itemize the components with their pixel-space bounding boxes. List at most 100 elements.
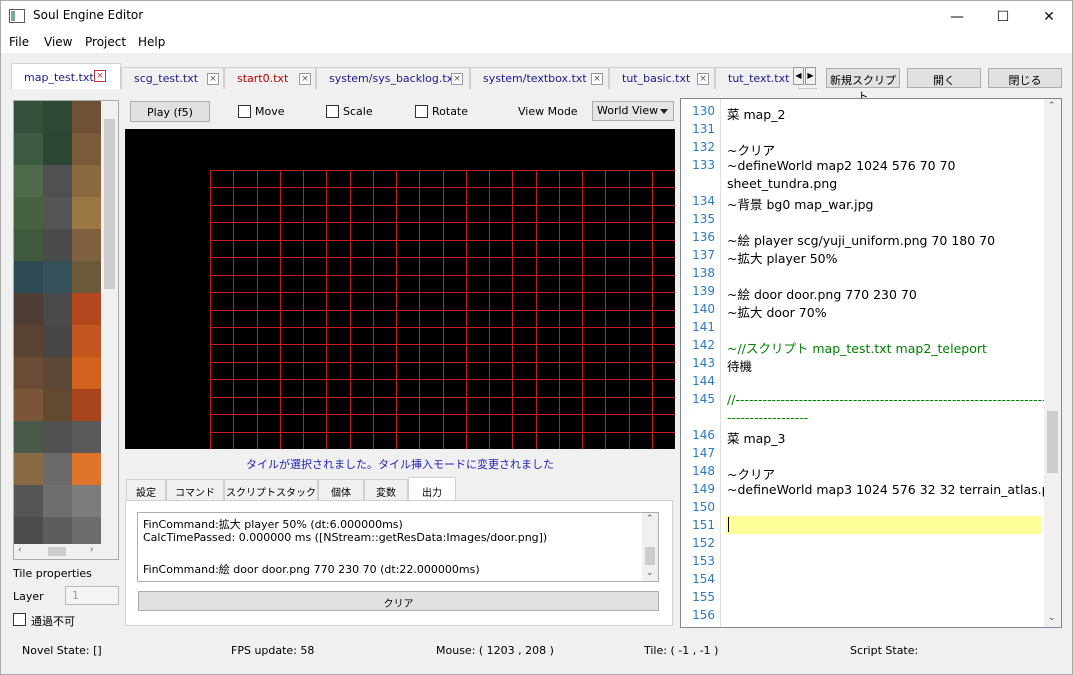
- play-button[interactable]: Play (f5): [130, 101, 210, 122]
- tile[interactable]: [43, 229, 72, 261]
- tile[interactable]: [72, 293, 101, 325]
- tab-close-icon[interactable]: ×: [451, 73, 463, 85]
- tile[interactable]: [43, 485, 72, 517]
- tab-scg-test[interactable]: scg_test.txt ×: [121, 67, 224, 89]
- tab-commands[interactable]: コマンド: [166, 479, 224, 500]
- tile[interactable]: [14, 453, 43, 485]
- tab-close-icon[interactable]: ×: [94, 70, 106, 82]
- tab-close-icon[interactable]: ×: [591, 73, 603, 85]
- tile[interactable]: [43, 357, 72, 389]
- tile[interactable]: [14, 101, 43, 133]
- tileset-vertical-scrollbar[interactable]: [101, 101, 118, 545]
- output-log[interactable]: FinCommand:拡大 player 50% (dt:6.000000ms)…: [137, 512, 659, 582]
- tile[interactable]: [43, 101, 72, 133]
- tab-tut-text[interactable]: tut_text.txt: [715, 67, 799, 89]
- new-script-button[interactable]: 新規スクリプト: [826, 68, 900, 103]
- tab-script-stack[interactable]: スクリプトスタック: [224, 479, 318, 500]
- tab-map-test[interactable]: map_test.txt ×: [11, 63, 121, 89]
- menu-file[interactable]: File: [9, 35, 29, 49]
- menu-project[interactable]: Project: [85, 35, 126, 49]
- close-window-button[interactable]: ✕: [1026, 1, 1072, 32]
- tileset-horizontal-scrollbar[interactable]: ‹ ›: [14, 544, 118, 559]
- tab-close-icon[interactable]: ×: [299, 73, 311, 85]
- tile[interactable]: [43, 517, 72, 545]
- tile[interactable]: [72, 165, 101, 197]
- script-editor[interactable]: 130 菜 map_2 131 132 ~クリア 133 ~defineWorld map2…: [680, 98, 1062, 628]
- tile[interactable]: [14, 133, 43, 165]
- tab-start0[interactable]: start0.txt ×: [224, 67, 316, 89]
- tile[interactable]: [43, 133, 72, 165]
- scroll-down-icon[interactable]: ⌄: [646, 568, 654, 578]
- tab-settings[interactable]: 設定: [126, 479, 166, 500]
- tile[interactable]: [14, 421, 43, 453]
- output-scrollbar[interactable]: ⌃ ⌄: [642, 513, 658, 581]
- clear-output-button[interactable]: クリア: [138, 591, 659, 611]
- tile[interactable]: [72, 101, 101, 133]
- move-checkbox[interactable]: [238, 105, 251, 118]
- tile[interactable]: [72, 453, 101, 485]
- tile[interactable]: [43, 293, 72, 325]
- tile[interactable]: [72, 389, 101, 421]
- tab-textbox[interactable]: system/textbox.txt ×: [470, 67, 609, 89]
- tile[interactable]: [14, 261, 43, 293]
- tile[interactable]: [72, 197, 101, 229]
- scroll-right-icon[interactable]: ›: [90, 545, 94, 555]
- tab-tut-basic[interactable]: tut_basic.txt ×: [609, 67, 715, 89]
- scrollbar-thumb[interactable]: [1047, 411, 1058, 473]
- tile[interactable]: [14, 485, 43, 517]
- tile[interactable]: [14, 229, 43, 261]
- tab-close-icon[interactable]: ×: [697, 73, 709, 85]
- close-file-button[interactable]: 閉じる: [988, 68, 1062, 88]
- tile[interactable]: [43, 325, 72, 357]
- tab-sys-backlog[interactable]: system/sys_backlog.txt ×: [316, 67, 470, 89]
- tile[interactable]: [43, 165, 72, 197]
- tile[interactable]: [14, 293, 43, 325]
- tile[interactable]: [14, 325, 43, 357]
- scrollbar-thumb[interactable]: [104, 119, 115, 289]
- scroll-up-icon[interactable]: ⌃: [646, 514, 654, 524]
- scene-viewport[interactable]: [125, 129, 675, 449]
- tile[interactable]: [43, 261, 72, 293]
- tile[interactable]: [14, 517, 43, 545]
- scroll-left-icon[interactable]: ‹: [18, 545, 22, 555]
- editor-scrollbar[interactable]: ⌃ ⌄: [1044, 99, 1061, 627]
- tile[interactable]: [72, 485, 101, 517]
- tile[interactable]: [72, 357, 101, 389]
- tile[interactable]: [72, 421, 101, 453]
- view-mode-select[interactable]: World View: [592, 101, 674, 121]
- tile[interactable]: [43, 197, 72, 229]
- scale-checkbox[interactable]: [326, 105, 339, 118]
- tile[interactable]: [72, 133, 101, 165]
- maximize-button[interactable]: ☐: [980, 1, 1026, 32]
- open-button[interactable]: 開く: [907, 68, 981, 88]
- tileset-grid[interactable]: [14, 101, 102, 545]
- tile[interactable]: [72, 517, 101, 545]
- tile[interactable]: [14, 389, 43, 421]
- tile[interactable]: [72, 325, 101, 357]
- tile[interactable]: [14, 357, 43, 389]
- tile[interactable]: [43, 453, 72, 485]
- rotate-checkbox[interactable]: [415, 105, 428, 118]
- menu-view[interactable]: View: [44, 35, 72, 49]
- tab-output[interactable]: 出力: [408, 477, 456, 501]
- minimize-button[interactable]: —: [934, 1, 980, 32]
- tab-variables[interactable]: 変数: [364, 479, 408, 500]
- tile[interactable]: [72, 261, 101, 293]
- tileset-panel[interactable]: ‹ ›: [13, 100, 119, 560]
- menu-help[interactable]: Help: [138, 35, 165, 49]
- tile[interactable]: [43, 389, 72, 421]
- scroll-down-icon[interactable]: ⌄: [1048, 613, 1056, 623]
- layer-spinbox[interactable]: 1: [65, 586, 119, 605]
- tab-entities[interactable]: 個体: [318, 479, 364, 500]
- scrollbar-thumb[interactable]: [645, 547, 655, 565]
- tab-scroll-left-icon[interactable]: ◀: [793, 67, 804, 85]
- tile[interactable]: [43, 421, 72, 453]
- tile[interactable]: [72, 229, 101, 261]
- tile[interactable]: [14, 165, 43, 197]
- tile[interactable]: [14, 197, 43, 229]
- tab-scroll-right-icon[interactable]: ▶: [805, 67, 816, 85]
- tab-close-icon[interactable]: ×: [207, 73, 219, 85]
- scroll-up-icon[interactable]: ⌃: [1048, 101, 1056, 111]
- impassable-checkbox[interactable]: [13, 613, 26, 626]
- scrollbar-thumb[interactable]: [48, 547, 66, 556]
